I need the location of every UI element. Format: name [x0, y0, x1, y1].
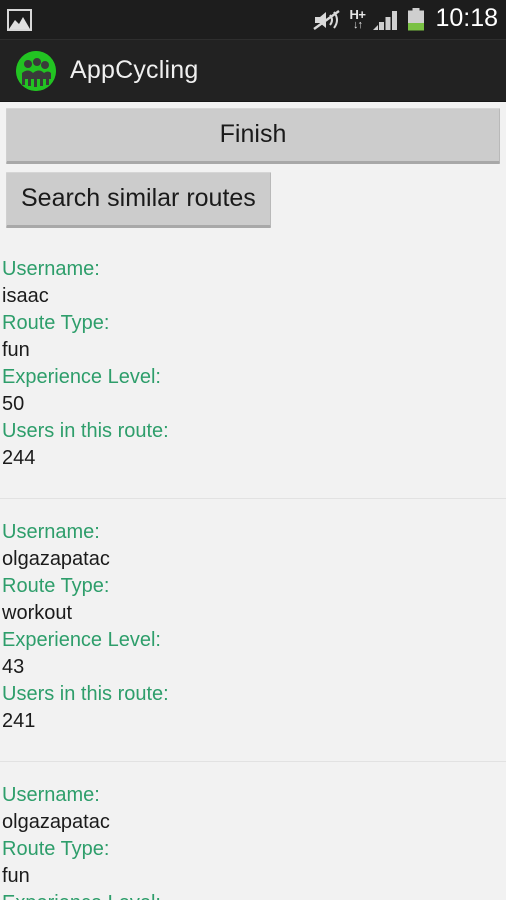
- list-item[interactable]: Username: isaac Route Type: fun Experien…: [0, 256, 506, 472]
- route-type-label: Route Type:: [2, 312, 110, 334]
- status-bar: H+ ↓↑ 10:18: [0, 0, 506, 40]
- username-value: olgazapatac: [2, 548, 110, 570]
- username-value: olgazapatac: [2, 811, 110, 833]
- screenshot-image-icon: [7, 8, 32, 31]
- list-item[interactable]: Username: olgazapatac Route Type: fun Ex…: [0, 761, 506, 900]
- battery-icon: [407, 7, 425, 32]
- phone-screen: H+ ↓↑ 10:18 AppCycling Finish Search sim…: [0, 0, 506, 900]
- route-type-value: fun: [2, 339, 30, 361]
- finish-button-row: Finish: [0, 102, 506, 164]
- experience-level-label: Experience Level:: [2, 366, 161, 388]
- users-in-route-label: Users in this route:: [2, 420, 169, 442]
- username-label: Username:: [2, 258, 100, 280]
- username-label: Username:: [2, 521, 100, 543]
- users-in-route-value: 241: [2, 710, 36, 732]
- route-type-label: Route Type:: [2, 575, 110, 597]
- username-label: Username:: [2, 784, 100, 806]
- app-title: AppCycling: [70, 56, 199, 84]
- volume-mute-vibrate-icon: [313, 8, 341, 32]
- search-similar-routes-button[interactable]: Search similar routes: [6, 172, 271, 228]
- appcycling-logo-icon: [16, 50, 56, 91]
- experience-level-label: Experience Level:: [2, 629, 161, 651]
- action-bar: AppCycling: [0, 40, 506, 102]
- finish-button[interactable]: Finish: [6, 108, 500, 164]
- search-button-row: Search similar routes: [0, 164, 506, 228]
- experience-level-value: 43: [2, 656, 25, 678]
- experience-level-label: Experience Level:: [2, 890, 506, 900]
- users-in-route-value: 244: [2, 447, 36, 469]
- status-bar-clock: 10:18: [435, 4, 498, 32]
- route-type-value: workout: [2, 602, 73, 624]
- experience-level-value: 50: [2, 393, 25, 415]
- status-bar-notifications: [7, 8, 32, 31]
- list-item[interactable]: Username: olgazapatac Route Type: workou…: [0, 498, 506, 735]
- data-transfer-arrows-icon: ↓↑: [352, 19, 363, 31]
- status-bar-indicators: H+ ↓↑ 10:18: [313, 4, 498, 35]
- network-type-indicator: H+ ↓↑: [349, 8, 365, 31]
- route-type-value: fun: [2, 865, 30, 887]
- signal-bars-icon: [373, 9, 399, 31]
- routes-list[interactable]: Username: isaac Route Type: fun Experien…: [0, 256, 506, 900]
- users-in-route-label: Users in this route:: [2, 683, 169, 705]
- route-type-label: Route Type:: [2, 838, 110, 860]
- content-area: Finish Search similar routes Username: i…: [0, 102, 506, 900]
- username-value: isaac: [2, 285, 49, 307]
